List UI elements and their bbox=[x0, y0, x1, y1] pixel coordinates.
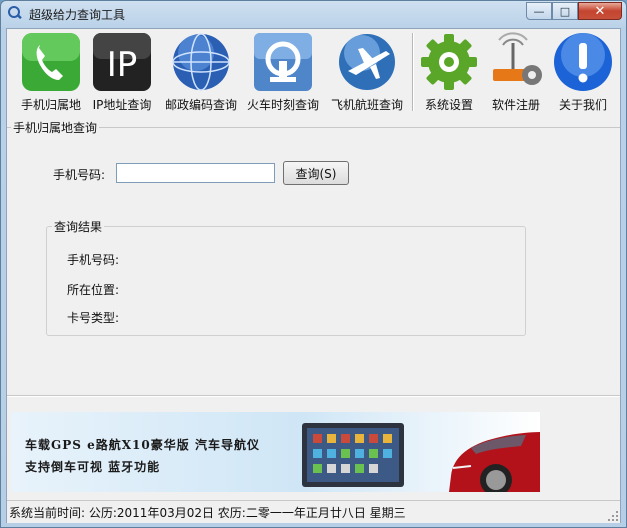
train-icon bbox=[254, 33, 312, 91]
phone-number-label: 手机号码: bbox=[53, 168, 106, 182]
ad-banner[interactable]: 车载GPS e路航X10豪华版 汽车导航仪 支持倒车可视 蓝牙功能 bbox=[11, 412, 540, 492]
toolbar-train-query[interactable]: 火车时刻查询 bbox=[245, 31, 321, 115]
phone-icon bbox=[22, 33, 80, 91]
query-button[interactable]: 查询(S) bbox=[283, 161, 349, 185]
maximize-icon: □ bbox=[559, 4, 571, 18]
toolbar-label: 关于我们 bbox=[558, 98, 607, 112]
toolbar-label: 软件注册 bbox=[491, 98, 540, 112]
gps-device-image bbox=[302, 423, 404, 487]
client-area: 手机归属地 IP IP地址查询 邮政编码查询 火车时刻查询 飞机航班查询 系统设… bbox=[6, 28, 621, 523]
phone-number-input[interactable] bbox=[116, 163, 275, 183]
banner-line-1: 车载GPS e路航X10豪华版 汽车导航仪 bbox=[25, 438, 260, 452]
toolbar-flight-query[interactable]: 飞机航班查询 bbox=[327, 31, 407, 115]
toolbar-label: 手机归属地 bbox=[20, 98, 81, 112]
toolbar-postcode-query[interactable]: 邮政编码查询 bbox=[163, 31, 239, 115]
router-gear-icon bbox=[493, 32, 542, 85]
globe-icon bbox=[172, 33, 230, 91]
status-datetime: 系统当前时间: 公历:2011年03月02日 农历:二零一一年正月廿八日 星期三 bbox=[9, 506, 406, 520]
result-card-type-label: 卡号类型: bbox=[67, 311, 120, 325]
query-result-title: 查询结果 bbox=[52, 218, 105, 235]
airplane-icon bbox=[339, 34, 395, 90]
toolbar-software-register[interactable]: 软件注册 bbox=[484, 31, 548, 115]
close-button[interactable]: ✕ bbox=[578, 2, 622, 20]
content-divider bbox=[7, 395, 620, 397]
toolbar-ip-query[interactable]: IP IP地址查询 bbox=[87, 31, 157, 115]
window-title: 超级给力查询工具 bbox=[29, 8, 126, 22]
toolbar: 手机归属地 IP IP地址查询 邮政编码查询 火车时刻查询 飞机航班查询 系统设… bbox=[7, 29, 620, 117]
toolbar-label: 系统设置 bbox=[424, 98, 473, 112]
title-bar[interactable]: 超级给力查询工具 — □ ✕ bbox=[1, 1, 626, 27]
ip-icon: IP bbox=[93, 33, 151, 91]
close-icon: ✕ bbox=[594, 3, 606, 19]
toolbar-system-settings[interactable]: 系统设置 bbox=[417, 31, 481, 115]
toolbar-about-us[interactable]: 关于我们 bbox=[550, 31, 616, 115]
toolbar-label: IP地址查询 bbox=[92, 98, 152, 112]
toolbar-separator bbox=[412, 33, 414, 111]
red-car-image bbox=[449, 432, 540, 492]
minimize-button[interactable]: — bbox=[526, 2, 552, 20]
status-bar: 系统当前时间: 公历:2011年03月02日 农历:二零一一年正月廿八日 星期三 bbox=[7, 500, 620, 523]
window-controls: — □ ✕ bbox=[526, 2, 622, 21]
result-phone-label: 手机号码: bbox=[67, 253, 120, 267]
query-button-label: 查询(S) bbox=[295, 166, 337, 181]
toolbar-phone-location[interactable]: 手机归属地 bbox=[16, 31, 86, 115]
maximize-button[interactable]: □ bbox=[552, 2, 578, 20]
toolbar-label: 飞机航班查询 bbox=[330, 98, 403, 112]
minimize-icon: — bbox=[533, 4, 545, 18]
app-icon bbox=[8, 6, 22, 20]
banner-line-2: 支持倒车可视 蓝牙功能 bbox=[25, 460, 161, 474]
gear-icon bbox=[421, 34, 477, 90]
info-icon bbox=[554, 33, 612, 91]
resize-grip-icon[interactable] bbox=[608, 511, 618, 521]
result-location-label: 所在位置: bbox=[67, 283, 120, 297]
phone-query-group-title: 手机归属地查询 bbox=[11, 119, 100, 136]
app-window: 超级给力查询工具 — □ ✕ 手机归属地 IP IP地址查询 邮政编码查询 火车… bbox=[0, 0, 627, 528]
ip-icon-text: IP bbox=[107, 45, 138, 85]
toolbar-label: 邮政编码查询 bbox=[164, 98, 237, 112]
toolbar-label: 火车时刻查询 bbox=[246, 98, 319, 112]
